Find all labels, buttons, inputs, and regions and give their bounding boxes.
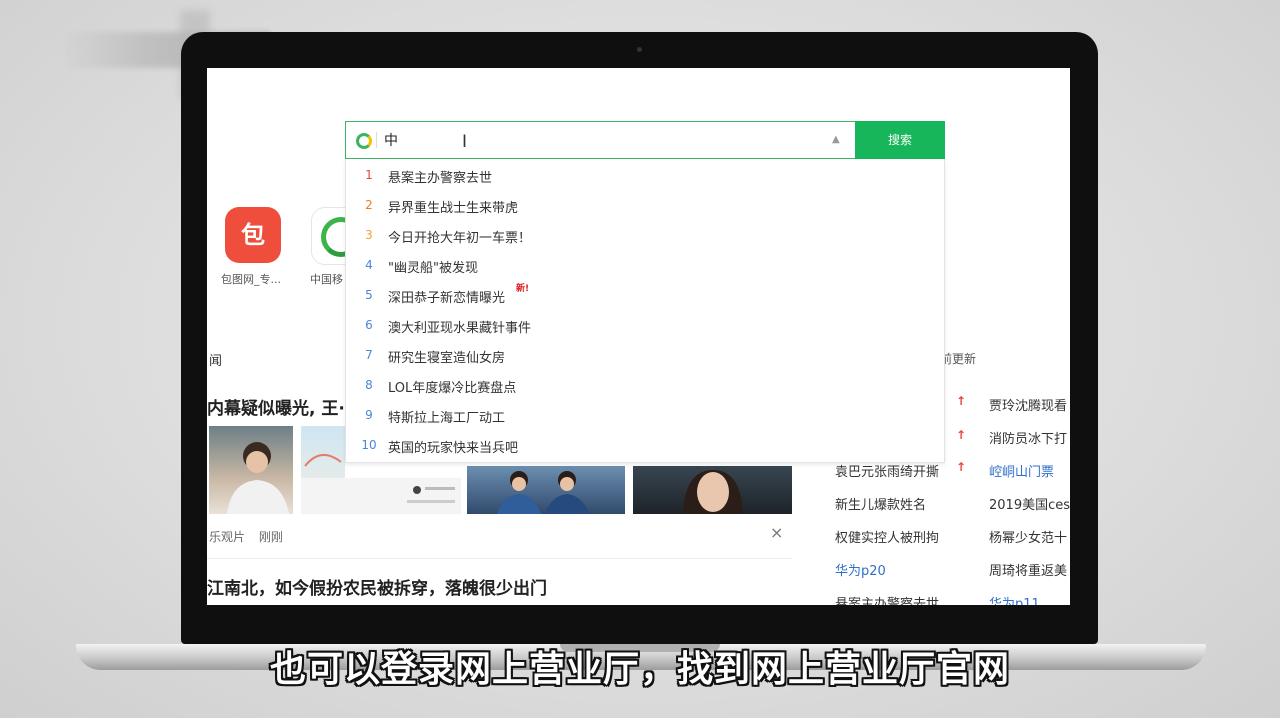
suggestion-text: 深田恭子新恋情曝光 bbox=[388, 291, 506, 306]
rising-arrow-icon: ↑ bbox=[956, 394, 967, 408]
search-divider bbox=[376, 132, 377, 148]
hot-list-item[interactable]: 贾玲沈腾现看 bbox=[989, 395, 1067, 414]
suggestion-item[interactable]: 10 英国的玩家快来当兵吧 bbox=[346, 431, 944, 461]
search-button[interactable]: 搜索 bbox=[855, 121, 945, 159]
suggestion-rank: 7 bbox=[365, 348, 373, 362]
news-section-label[interactable]: 闻 bbox=[209, 350, 222, 369]
news-source: 乐观片 bbox=[209, 530, 246, 544]
video-subtitle: 也可以登录网上营业厅，找到网上营业厅官网 bbox=[269, 649, 1010, 690]
hot-list-item[interactable]: 消防员冰下打 bbox=[989, 428, 1067, 447]
suggestion-rank: 1 bbox=[365, 168, 373, 182]
suggestion-rank: 5 bbox=[365, 288, 373, 302]
rising-arrow-icon: ↑ bbox=[956, 428, 967, 442]
people-photo-icon bbox=[497, 471, 589, 514]
hot-list-item[interactable]: 2019美国ces bbox=[989, 494, 1070, 513]
search-input[interactable] bbox=[384, 129, 824, 151]
suggestion-text: LOL年度爆冷比赛盘点 bbox=[388, 381, 517, 396]
browser-screen: 包 包图网_专... 中国移 Ⅰ ▲ 搜索 1 悬案主办警察去世 2 异界重生战… bbox=[207, 68, 1070, 605]
suggestion-rank: 9 bbox=[365, 408, 373, 422]
divider bbox=[207, 558, 792, 559]
suggestion-text: 澳大利亚现水果藏针事件 bbox=[388, 321, 532, 336]
suggestion-rank: 8 bbox=[365, 378, 373, 392]
news-headline[interactable]: 江南北，如今假扮农民被拆穿，落魄很少出门 bbox=[207, 574, 547, 599]
suggestion-item[interactable]: 8 LOL年度爆冷比赛盘点 bbox=[346, 371, 944, 401]
rising-arrow-icon: ↑ bbox=[956, 460, 967, 474]
suggestion-rank: 2 bbox=[365, 198, 373, 212]
hot-list-item[interactable]: 权健实控人被刑拘 bbox=[835, 527, 939, 546]
text-cursor-icon: Ⅰ bbox=[462, 132, 468, 152]
news-thumbnail[interactable] bbox=[467, 466, 625, 514]
news-thumbnail[interactable] bbox=[301, 478, 461, 514]
suggestion-item[interactable]: 7 研究生寝室造仙女房 bbox=[346, 341, 944, 371]
app-icon-baotu[interactable]: 包 bbox=[225, 207, 281, 263]
update-note: 前更新 bbox=[940, 352, 977, 366]
suggestion-rank: 3 bbox=[365, 228, 373, 242]
hot-list-item[interactable]: 悬案主办警察去世 bbox=[835, 593, 939, 605]
suggestion-text: 今日开抢大年初一车票！ bbox=[388, 231, 532, 246]
portrait-photo-icon bbox=[683, 470, 743, 514]
hot-list-item[interactable]: 周琦将重返美 bbox=[989, 560, 1067, 579]
hot-list-item[interactable]: 新生儿爆款姓名 bbox=[835, 494, 926, 513]
suggestion-text: 特斯拉上海工厂动工 bbox=[388, 411, 506, 426]
suggestion-text: "幽灵船"被发现 bbox=[388, 261, 478, 276]
hot-list-item[interactable]: 华为p11 bbox=[989, 593, 1040, 605]
suggestion-item[interactable]: 4 "幽灵船"被发现 bbox=[346, 251, 944, 281]
person-photo-icon bbox=[227, 442, 289, 514]
suggestion-item[interactable]: 1 悬案主办警察去世 bbox=[346, 161, 944, 191]
news-headline[interactable]: 内幕疑似曝光, 王· bbox=[207, 394, 345, 419]
news-time: 刚刚 bbox=[258, 530, 283, 544]
search-logo-icon bbox=[356, 133, 372, 149]
app-label-china-mobile[interactable]: 中国移 bbox=[310, 271, 343, 287]
suggestion-item[interactable]: 6 澳大利亚现水果藏针事件 bbox=[346, 311, 944, 341]
hot-list-item[interactable]: 袁巴元张雨绮开撕 bbox=[835, 461, 939, 480]
suggestion-text: 研究生寝室造仙女房 bbox=[388, 351, 506, 366]
suggestion-rank: 6 bbox=[365, 318, 373, 332]
new-badge: 新! bbox=[516, 284, 530, 294]
news-thumbnail[interactable] bbox=[633, 466, 792, 514]
close-icon[interactable]: × bbox=[770, 523, 783, 542]
suggestion-rank: 10 bbox=[361, 438, 377, 452]
hot-list-item[interactable]: 华为p20 bbox=[835, 560, 886, 579]
hot-list-item[interactable]: 杨幂少女范十 bbox=[989, 527, 1067, 546]
hot-list-item[interactable]: 崆峒山门票 bbox=[989, 461, 1054, 480]
search-suggestions: 1 悬案主办警察去世 2 异界重生战士生来带虎 3 今日开抢大年初一车票！ 4 … bbox=[345, 159, 945, 463]
suggestion-item[interactable]: 5 深田恭子新恋情曝光 新! bbox=[346, 281, 944, 311]
suggestion-text: 悬案主办警察去世 bbox=[388, 171, 493, 186]
suggestion-item[interactable]: 9 特斯拉上海工厂动工 bbox=[346, 401, 944, 431]
suggestion-text: 异界重生战士生来带虎 bbox=[388, 201, 519, 216]
suggestion-rank: 4 bbox=[365, 258, 373, 272]
social-post-image-icon bbox=[407, 486, 455, 503]
collapse-caret-icon[interactable]: ▲ bbox=[832, 134, 840, 145]
app-label-baotu[interactable]: 包图网_专... bbox=[221, 271, 281, 287]
suggestion-text: 英国的玩家快来当兵吧 bbox=[388, 441, 519, 456]
news-thumbnail[interactable] bbox=[209, 426, 293, 514]
suggestion-item[interactable]: 2 异界重生战士生来带虎 bbox=[346, 191, 944, 221]
news-meta: 乐观片 刚刚 bbox=[209, 528, 283, 545]
camera-icon bbox=[637, 47, 642, 52]
suggestion-item[interactable]: 3 今日开抢大年初一车票！ bbox=[346, 221, 944, 251]
